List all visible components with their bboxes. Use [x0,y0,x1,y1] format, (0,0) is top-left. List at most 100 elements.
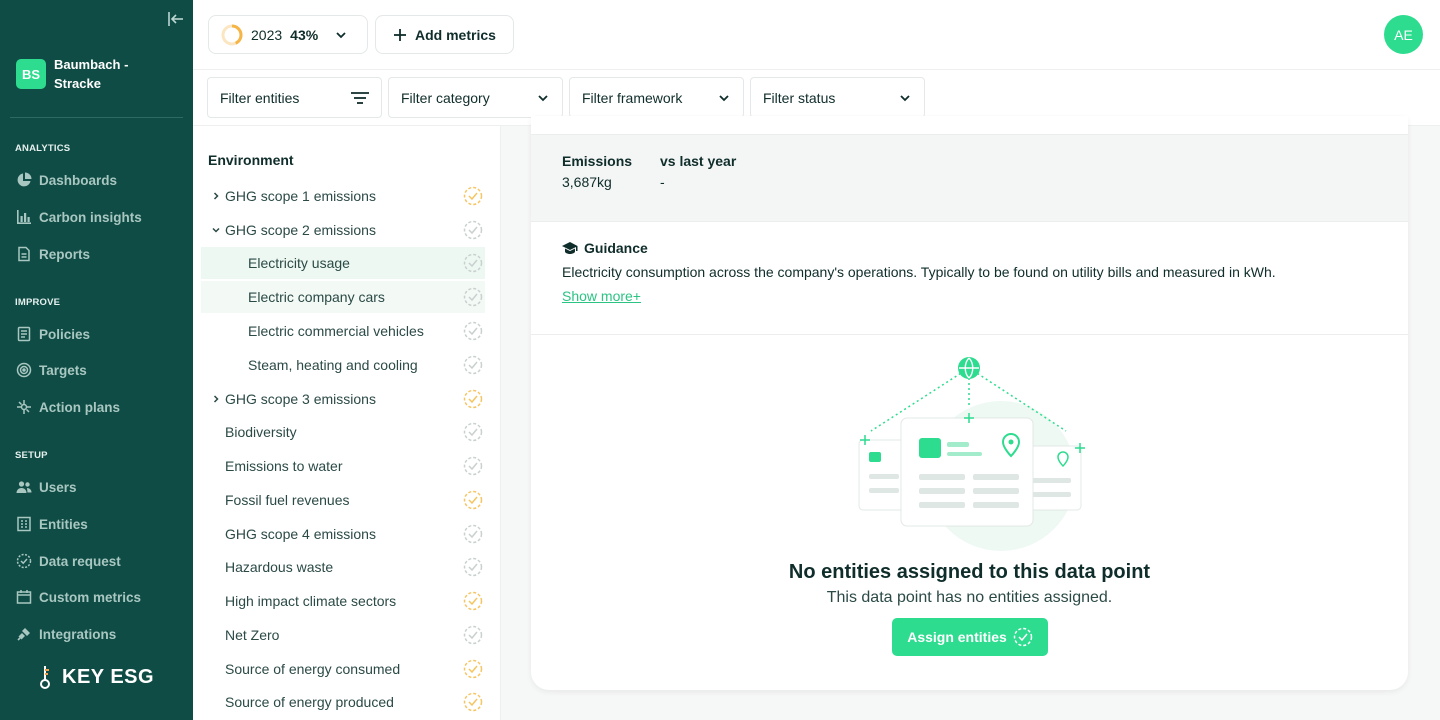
detail-panel: Emissions 3,687kg vs last year - Guidanc… [501,116,1440,720]
sidebar-item-policies[interactable]: Policies [16,326,90,342]
emissions-label: Emissions [562,153,633,169]
chevron-down-icon [719,94,729,101]
tree-item-label: Source of energy consumed [225,661,401,677]
tree-item[interactable]: Net Zero [201,619,485,651]
status-check-icon [463,253,483,273]
pie-chart-icon [17,172,32,187]
year-value: 2023 [251,26,283,43]
chevron-right-icon[interactable] [210,190,222,202]
guidance-text: Electricity consumption across the compa… [562,264,1276,280]
entities-icon [17,516,31,532]
sidebar-item-entities[interactable]: Entities [16,516,88,532]
org-name: Baumbach - Stracke [54,57,129,91]
tree-item[interactable]: Steam, heating and cooling [201,349,485,381]
tree-item-label: Steam, heating and cooling [248,357,418,373]
sidebar-item-reports[interactable]: Reports [16,246,90,262]
chevron-down-icon [336,31,346,38]
assign-entities-button[interactable]: Assign entities [892,618,1048,656]
org-switcher[interactable]: BS Baumbach - Stracke [16,55,154,93]
section-improve: IMPROVE [15,297,61,308]
vs-last-year-label: vs last year [660,153,737,169]
status-check-icon [463,186,483,206]
section-analytics: ANALYTICS [15,143,71,154]
status-check-icon [463,389,483,409]
sidebar-item-dashboards[interactable]: Dashboards [16,172,117,188]
tree-item-label: GHG scope 3 emissions [225,391,376,407]
dashed-check-icon [1013,627,1033,647]
tree-item[interactable]: High impact climate sectors [201,585,485,617]
tree-item[interactable]: GHG scope 4 emissions [201,518,485,550]
tree-item[interactable]: Source of energy consumed [201,653,485,685]
org-logo: BS [16,59,46,89]
sidebar-item-carbon-insights[interactable]: Carbon insights [16,209,142,225]
status-check-icon [463,625,483,645]
tree-item[interactable]: Biodiversity [201,416,485,448]
status-check-icon [463,422,483,442]
collapse-sidebar-icon[interactable] [167,10,185,28]
status-check-icon [463,692,483,712]
sidebar-divider [10,117,183,118]
status-check-icon [463,321,483,341]
empty-state-illustration [858,357,1085,551]
status-check-icon [463,456,483,476]
tree-heading: Environment [208,152,294,168]
chevron-down-icon[interactable] [210,224,222,236]
sidebar-item-data-request[interactable]: Data request [16,553,121,569]
section-setup: SETUP [15,450,48,461]
app-root: BS Baumbach - Stracke ANALYTICS Dashboar… [0,0,1440,720]
filter-icon [351,91,369,104]
progress-ring-icon [221,24,243,45]
graduation-cap-icon [562,242,578,254]
filter-category-select[interactable]: Filter category [388,77,563,118]
filter-framework-select[interactable]: Filter framework [569,77,744,118]
tree-item[interactable]: Source of energy produced [201,686,485,718]
chevron-right-icon[interactable] [210,393,222,405]
status-check-icon [463,490,483,510]
empty-state-title: No entities assigned to this data point [788,561,1151,583]
tree-item-label: Fossil fuel revenues [225,492,350,508]
status-check-icon [463,524,483,544]
tree-item-label: Net Zero [225,627,280,643]
stats-bar: Emissions 3,687kg vs last year - [531,134,1408,222]
document-icon [18,246,30,262]
users-icon [16,481,32,493]
tree-item-label: Electric commercial vehicles [248,323,424,339]
tree-item[interactable]: GHG scope 3 emissions [201,383,485,415]
tree-item[interactable]: Emissions to water [201,450,485,482]
sidebar-item-targets[interactable]: Targets [16,362,87,378]
sidebar-item-custom-metrics[interactable]: Custom metrics [16,589,141,605]
tree-item-label: Electric company cars [248,289,385,305]
data-request-icon [16,553,32,569]
tree-item-label: GHG scope 4 emissions [225,526,376,542]
add-metrics-button[interactable]: Add metrics [375,15,514,54]
plus-icon [394,28,406,41]
empty-state-subtitle: This data point has no entities assigned… [826,589,1113,606]
tree-item[interactable]: Electric commercial vehicles [201,315,485,347]
status-check-icon [463,659,483,679]
year-selector[interactable]: 2023 43% [208,15,368,54]
sidebar: BS Baumbach - Stracke ANALYTICS Dashboar… [0,0,193,720]
status-check-icon [463,591,483,611]
tree-item[interactable]: Fossil fuel revenues [201,484,485,516]
sidebar-item-users[interactable]: Users [16,479,77,495]
tree-item[interactable]: GHG scope 2 emissions [201,214,485,246]
tree-item-label: Emissions to water [225,458,343,474]
sidebar-item-integrations[interactable]: Integrations [16,626,116,642]
avatar[interactable]: AE [1384,15,1423,54]
tree-item[interactable]: Electric company cars [201,281,485,313]
integrations-icon [17,628,30,641]
show-more-link[interactable]: Show more+ [562,288,641,304]
status-check-icon [463,557,483,577]
brand-logo: KEY ESG [38,663,154,691]
metrics-tree: Environment GHG scope 1 emissions GHG sco… [193,126,501,720]
tree-item[interactable]: GHG scope 1 emissions [201,180,485,212]
tree-item[interactable]: Hazardous waste [201,551,485,583]
emissions-value: 3,687kg [562,174,612,190]
tree-item-label: Electricity usage [248,255,350,271]
tree-item[interactable]: Electricity usage [201,247,485,279]
action-plan-icon [17,400,31,414]
filter-entities-input[interactable]: Filter entities [207,77,382,118]
sidebar-item-action-plans[interactable]: Action plans [16,399,120,415]
status-check-icon [463,355,483,375]
filter-status-select[interactable]: Filter status [750,77,925,118]
